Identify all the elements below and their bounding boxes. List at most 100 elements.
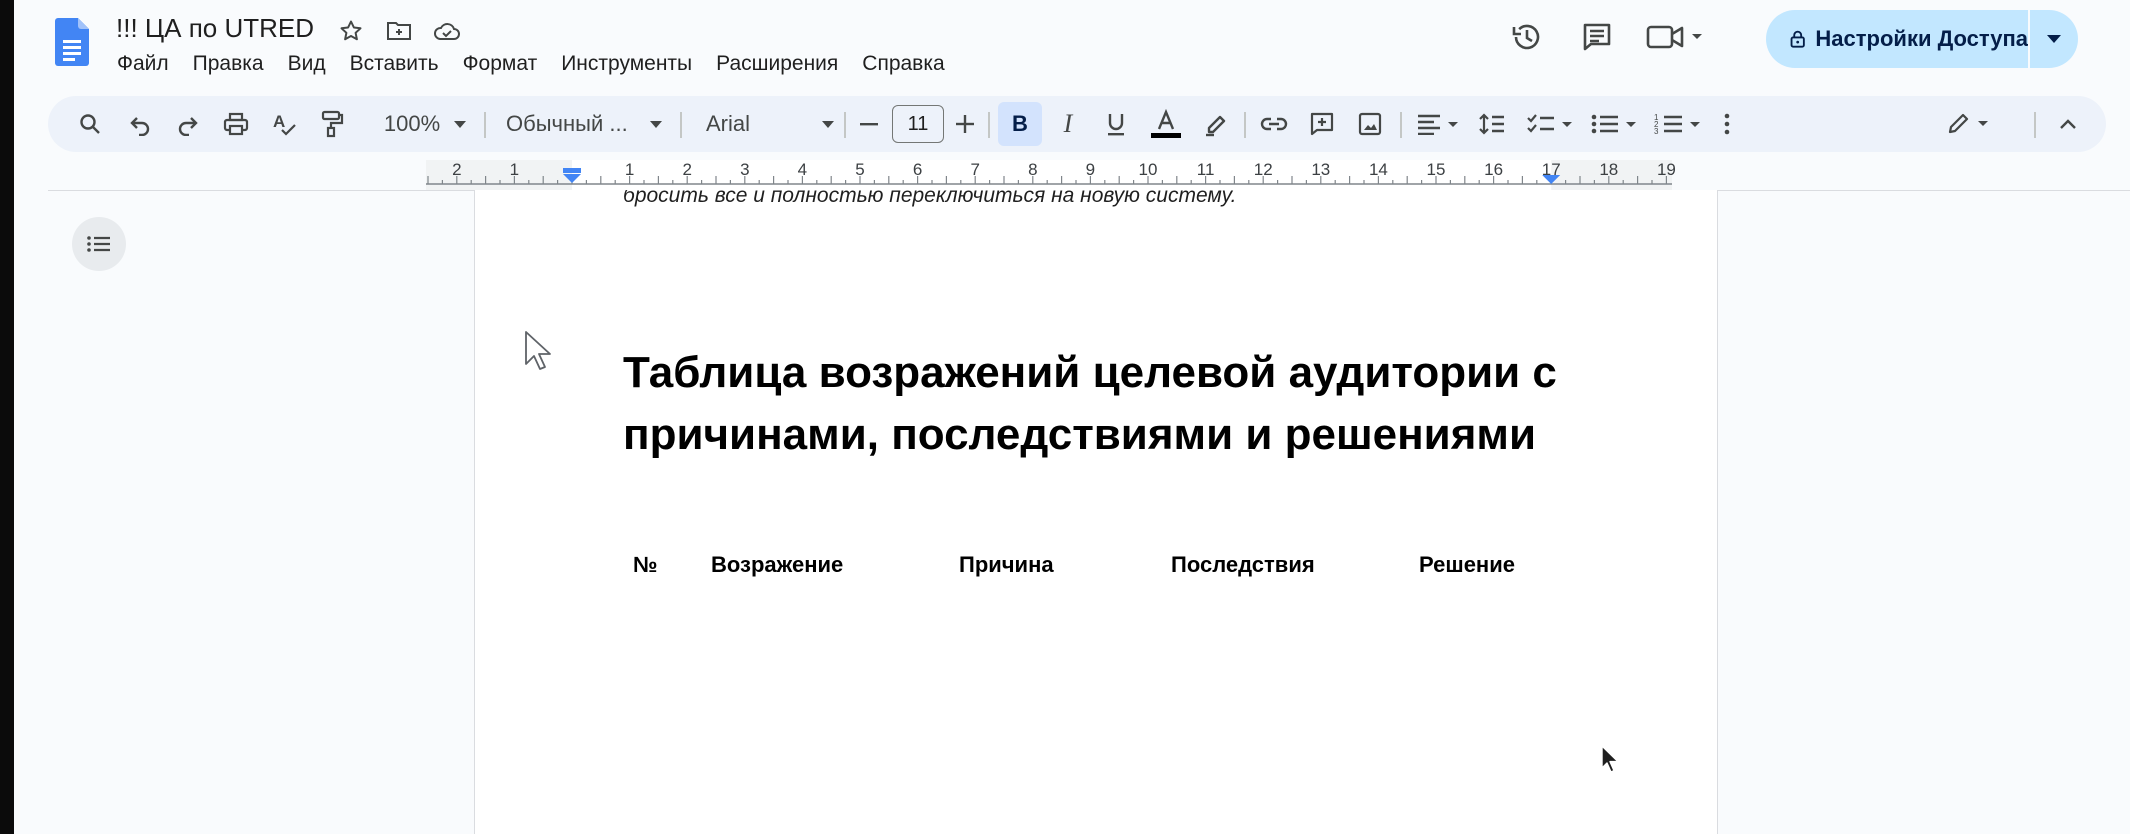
- share-button[interactable]: Настройки Доступа: [1766, 10, 2078, 68]
- undo-icon[interactable]: [120, 96, 160, 152]
- cloud-saved-icon[interactable]: [430, 16, 464, 46]
- screen-edge: [0, 0, 14, 834]
- image-icon: [1358, 112, 1382, 136]
- paint-format-icon[interactable]: [312, 96, 352, 152]
- document-canvas[interactable]: бросить всё и полностью переключиться на…: [48, 190, 2130, 834]
- caret-down-icon: [2047, 35, 2061, 43]
- table-header-cause[interactable]: Причина: [959, 552, 1054, 578]
- menu-tools[interactable]: Инструменты: [549, 52, 704, 76]
- document-page[interactable]: бросить всё и полностью переключиться на…: [474, 190, 1718, 834]
- menu-insert[interactable]: Вставить: [338, 52, 451, 76]
- text-color-icon: [1151, 109, 1181, 138]
- svg-text:3: 3: [1654, 127, 1659, 136]
- document-outline-button[interactable]: [72, 217, 126, 271]
- insert-link-button[interactable]: [1254, 96, 1294, 152]
- ruler-label: 1: [625, 160, 634, 179]
- cursor-arrow-icon: [1601, 745, 1619, 773]
- font-size-input[interactable]: 11: [892, 105, 944, 143]
- checklist-icon: [1527, 114, 1572, 133]
- line-spacing-icon: [1479, 113, 1504, 135]
- numbered-list-button[interactable]: 123: [1650, 96, 1706, 152]
- ruler-label: 10: [1139, 160, 1158, 179]
- bold-icon: B: [1012, 111, 1028, 136]
- highlight-color-button[interactable]: [1196, 96, 1236, 152]
- insert-image-button[interactable]: [1350, 96, 1390, 152]
- ruler-label: 12: [1254, 160, 1273, 179]
- zoom-select[interactable]: 100%: [370, 96, 480, 152]
- collapse-toolbar-icon[interactable]: [2048, 96, 2088, 152]
- ruler-label: 15: [1427, 160, 1446, 179]
- google-docs-logo-icon[interactable]: [55, 18, 89, 66]
- ruler-label: 6: [913, 160, 922, 179]
- svg-text:A: A: [273, 112, 285, 131]
- italic-icon: I: [1063, 109, 1073, 138]
- share-main[interactable]: Настройки Доступа: [1766, 10, 2028, 68]
- menu-edit[interactable]: Правка: [181, 52, 276, 76]
- text-color-button[interactable]: [1144, 96, 1188, 152]
- underline-button[interactable]: [1096, 96, 1136, 152]
- caret-down-icon: [822, 120, 834, 128]
- ruler-label: 2: [682, 160, 691, 179]
- ruler-label: 11: [1197, 160, 1215, 179]
- menu-file[interactable]: Файл: [117, 52, 181, 76]
- table-header-solution[interactable]: Решение: [1419, 552, 1515, 578]
- bulleted-list-button[interactable]: [1586, 96, 1642, 152]
- menu-extensions[interactable]: Расширения: [704, 52, 850, 76]
- meet-icon[interactable]: [1644, 14, 1708, 60]
- horizontal-ruler[interactable]: 2 1 1 2 3 4 5 6 7 8 9 10 11 12 13 14 15 16 17 18 19: [0, 160, 2130, 190]
- share-label: Настройки Доступа: [1815, 26, 2028, 51]
- spellcheck-icon[interactable]: A: [264, 96, 304, 152]
- mouse-pointer-icon: [525, 331, 551, 370]
- ruler-label: 7: [970, 160, 979, 179]
- ruler-label: 1: [510, 160, 519, 179]
- first-line-indent-marker[interactable]: [563, 168, 581, 173]
- menu-view[interactable]: Вид: [276, 52, 338, 76]
- lock-icon: [1790, 30, 1805, 48]
- ruler-label: 19: [1657, 160, 1676, 179]
- outline-list-icon: [87, 236, 110, 252]
- italic-button[interactable]: I: [1048, 96, 1088, 152]
- menu-format[interactable]: Формат: [451, 52, 550, 76]
- document-heading[interactable]: Таблица возражений целевой аудитории с п…: [623, 342, 1603, 466]
- zoom-value: 100%: [383, 111, 441, 136]
- share-dropdown[interactable]: [2030, 10, 2078, 68]
- version-history-icon[interactable]: [1504, 14, 1550, 60]
- move-to-folder-icon[interactable]: [382, 16, 416, 46]
- menu-help[interactable]: Справка: [850, 52, 956, 76]
- redo-icon[interactable]: [168, 96, 208, 152]
- highlighter-icon: [1206, 115, 1226, 137]
- underline-icon: [1108, 114, 1124, 136]
- toolbar-divider: [484, 112, 486, 138]
- increase-font-size-button[interactable]: [950, 96, 980, 152]
- link-icon: [1260, 117, 1288, 131]
- toolbar-divider: [1244, 112, 1246, 138]
- toolbar-divider: [844, 112, 846, 138]
- star-icon[interactable]: [334, 16, 368, 46]
- toolbar-divider: [2034, 112, 2036, 138]
- line-spacing-button[interactable]: [1472, 96, 1512, 152]
- align-button[interactable]: [1410, 96, 1466, 152]
- add-comment-button[interactable]: [1302, 96, 1342, 152]
- toolbar-divider: [680, 112, 682, 138]
- table-header-number[interactable]: №: [633, 552, 658, 578]
- document-title[interactable]: !!! ЦА по UTRED: [116, 13, 314, 44]
- ruler-label: 2: [452, 160, 461, 179]
- caret-down-icon: [649, 120, 662, 128]
- decrease-font-size-button[interactable]: [854, 96, 884, 152]
- bulleted-list-icon: [1591, 114, 1636, 134]
- checklist-button[interactable]: [1522, 96, 1578, 152]
- ruler-left-margin: [426, 160, 572, 190]
- ruler-label: 14: [1369, 160, 1388, 179]
- more-options-icon[interactable]: [1712, 96, 1742, 152]
- header-actions: [1504, 14, 1732, 60]
- paragraph-style-select[interactable]: Обычный ...: [498, 96, 674, 152]
- font-value: Arial: [706, 111, 751, 136]
- print-icon[interactable]: [216, 96, 256, 152]
- editing-mode-button[interactable]: [1930, 96, 2010, 152]
- title-icons: [334, 16, 464, 46]
- bold-button[interactable]: B: [998, 102, 1042, 146]
- comments-icon[interactable]: [1574, 14, 1620, 60]
- table-header-objection[interactable]: Возражение: [711, 552, 843, 578]
- search-menus-icon[interactable]: [70, 96, 110, 152]
- table-header-consequences[interactable]: Последствия: [1171, 552, 1315, 578]
